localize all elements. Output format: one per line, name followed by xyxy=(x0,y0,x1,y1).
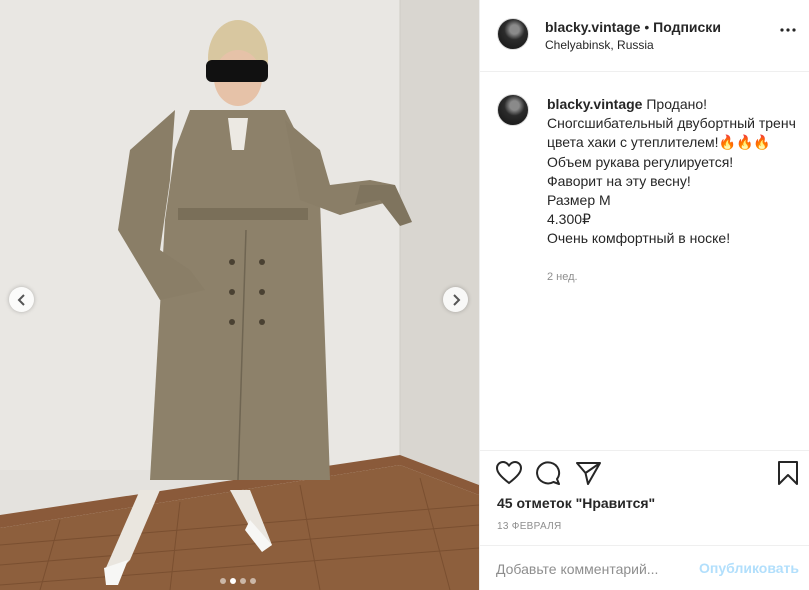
caption-username[interactable]: blacky.vintage xyxy=(547,96,642,112)
caption-time[interactable]: 2 нед. xyxy=(547,271,578,283)
carousel-next-button[interactable] xyxy=(443,287,468,312)
caption-line: Очень комфортный в носке! xyxy=(547,230,731,247)
likes-count[interactable]: 45 отметок "Нравится" xyxy=(497,495,655,511)
more-icon[interactable] xyxy=(780,28,796,32)
caption-avatar[interactable] xyxy=(497,94,529,126)
carousel-indicator xyxy=(220,578,256,584)
author-avatar[interactable] xyxy=(497,18,529,50)
post-location[interactable]: Chelyabinsk, Russia xyxy=(545,38,654,52)
chevron-left-icon xyxy=(17,293,25,306)
post-header: blacky.vintage • Подписки Chelyabinsk, R… xyxy=(480,0,809,72)
publish-button[interactable]: Опубликовать xyxy=(699,560,799,576)
caption-line: Фаворит на эту весну! xyxy=(547,172,691,189)
author-line: blacky.vintage • Подписки xyxy=(545,19,721,35)
carousel-prev-button[interactable] xyxy=(9,287,34,312)
separator: • xyxy=(640,19,654,35)
action-bar xyxy=(480,450,809,486)
caption-line: Продано! xyxy=(646,96,708,112)
caption-text: blacky.vintage Продано! Сногсшибательный… xyxy=(547,95,797,249)
post-photo[interactable] xyxy=(0,0,479,590)
caption-line: Размер М xyxy=(547,192,611,209)
post-details-panel: blacky.vintage • Подписки Chelyabinsk, R… xyxy=(479,0,809,590)
comment-bar: Опубликовать xyxy=(480,545,809,590)
post-date[interactable]: 13 ФЕВРАЛЯ xyxy=(497,521,562,532)
comment-input[interactable] xyxy=(496,558,696,580)
photo-image xyxy=(0,0,479,590)
following-button[interactable]: Подписки xyxy=(653,19,721,35)
caption-line: Сногсшибательный двубортный тренч цвета … xyxy=(547,115,796,151)
author-username[interactable]: blacky.vintage xyxy=(545,19,640,35)
comment-icon[interactable] xyxy=(536,461,561,485)
carousel-dot xyxy=(220,578,226,584)
heart-icon[interactable] xyxy=(496,461,522,485)
carousel-dot xyxy=(240,578,246,584)
carousel-dot xyxy=(250,578,256,584)
carousel-dot-active xyxy=(230,578,236,584)
caption-line: Объем рукава регулируется! xyxy=(547,153,734,170)
chevron-right-icon xyxy=(452,293,460,306)
bookmark-icon[interactable] xyxy=(777,461,799,485)
share-icon[interactable] xyxy=(576,461,601,485)
caption-line: 4.300₽ xyxy=(547,211,591,228)
